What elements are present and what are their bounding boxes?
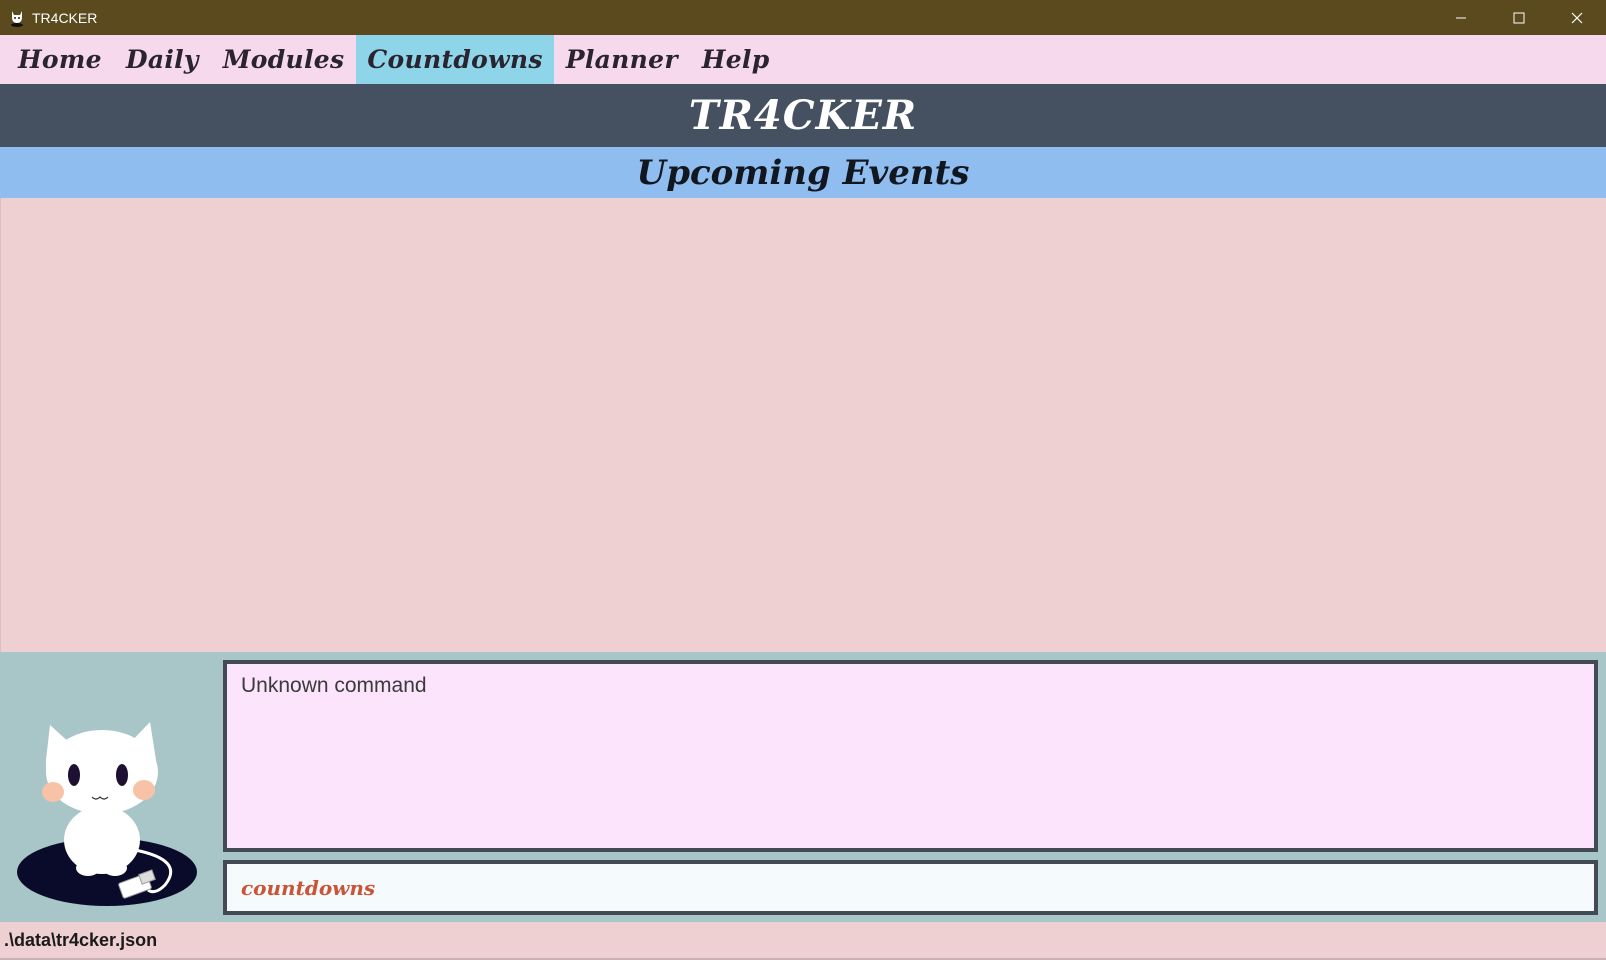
cat-app-icon <box>8 9 26 27</box>
minimize-button[interactable] <box>1432 0 1490 35</box>
result-display[interactable]: Unknown command <box>223 660 1598 852</box>
title-bar[interactable]: TR4CKER <box>0 0 1606 35</box>
close-button[interactable] <box>1548 0 1606 35</box>
section-header: Upcoming Events <box>0 147 1606 198</box>
menu-bar: Home Daily Modules Countdowns Planner He… <box>0 35 1606 84</box>
menu-item-help[interactable]: Help <box>690 35 782 84</box>
menu-item-daily[interactable]: Daily <box>114 35 211 84</box>
menu-item-countdowns[interactable]: Countdowns <box>356 35 554 84</box>
minimize-icon <box>1456 17 1466 18</box>
menu-item-modules[interactable]: Modules <box>211 35 357 84</box>
status-bar: .\data\tr4cker.json <box>0 922 1606 960</box>
maximize-button[interactable] <box>1490 0 1548 35</box>
menu-item-planner[interactable]: Planner <box>554 35 690 84</box>
app-window: TR4CKER Home Daily Modules Countdowns Pl… <box>0 0 1606 960</box>
command-area: Unknown command <box>0 652 1606 922</box>
app-header: TR4CKER <box>0 84 1606 147</box>
close-icon <box>1571 12 1583 23</box>
menu-item-home[interactable]: Home <box>0 35 114 84</box>
section-title: Upcoming Events <box>636 152 970 193</box>
app-heading: TR4CKER <box>688 92 918 139</box>
cat-mascot-image <box>10 690 210 910</box>
window-title: TR4CKER <box>32 9 98 26</box>
events-list-panel[interactable] <box>0 198 1606 652</box>
result-message: Unknown command <box>241 674 427 697</box>
window-controls <box>1432 0 1606 35</box>
command-box[interactable] <box>223 860 1598 915</box>
command-input[interactable] <box>241 875 1580 900</box>
maximize-icon <box>1513 12 1525 23</box>
data-file-path: .\data\tr4cker.json <box>4 929 158 950</box>
